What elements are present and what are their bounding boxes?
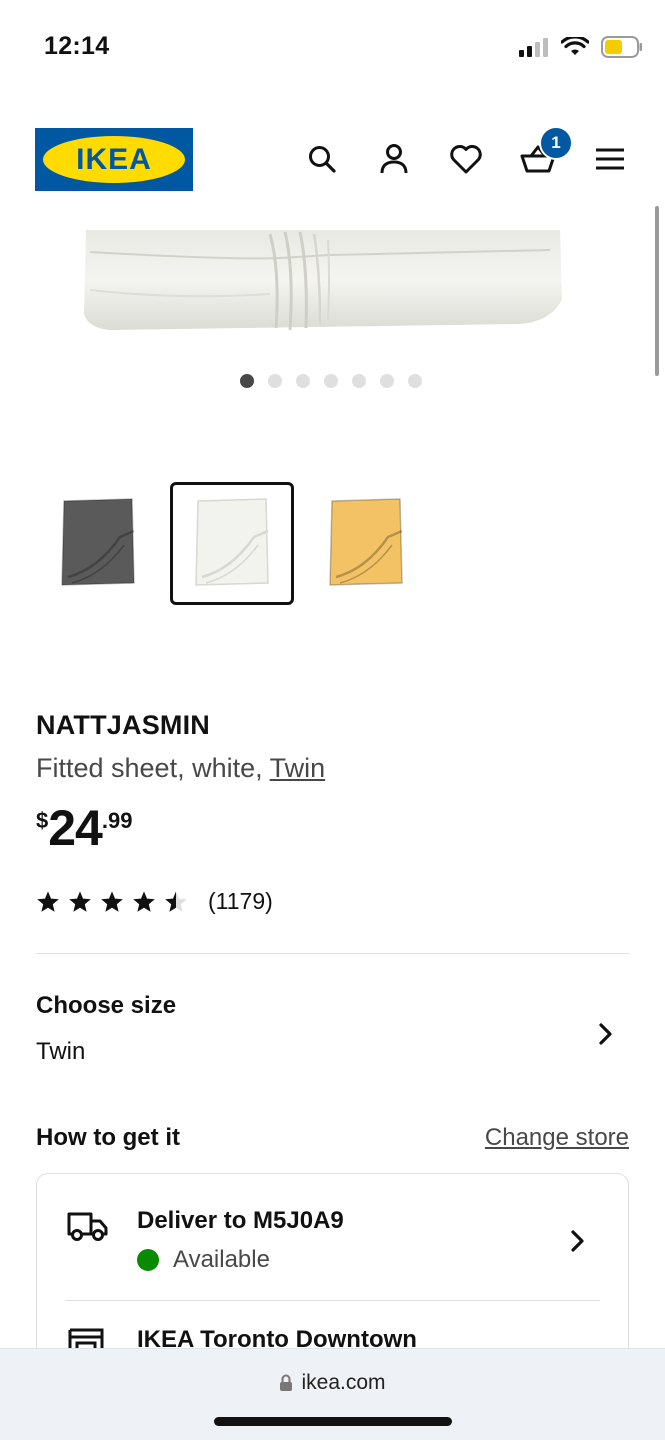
cart-count-badge: 1 (539, 126, 573, 160)
delivery-option[interactable]: Deliver to M5J0A9 Available (37, 1174, 628, 1300)
delivery-availability: Available (137, 1246, 270, 1274)
product-description-text: Fitted sheet, white, (36, 753, 270, 783)
wifi-icon (561, 37, 589, 55)
status-icons (519, 36, 643, 58)
carousel-dot[interactable] (240, 374, 254, 388)
fitted-sheet-image (84, 230, 562, 331)
price-integer: 24 (48, 800, 103, 856)
choose-size-value: Twin (36, 1038, 86, 1065)
change-store-link[interactable]: Change store (485, 1124, 629, 1152)
section-divider (36, 953, 629, 954)
product-description: Fitted sheet, white, Twin (36, 753, 325, 784)
menu-button[interactable] (591, 140, 629, 178)
color-variant-white[interactable] (170, 482, 294, 605)
product-price: $ 24 .99 (36, 800, 132, 856)
cellular-signal-icon (519, 38, 548, 57)
site-header: IKEA 1 (0, 118, 665, 202)
logo-oval: IKEA (43, 136, 185, 183)
availability-text: Available (173, 1246, 270, 1273)
logo-text: IKEA (76, 142, 152, 176)
carousel-dot[interactable] (380, 374, 394, 388)
product-name: NATTJASMIN (36, 710, 210, 740)
wishlist-button[interactable] (447, 140, 485, 178)
page-scrollbar[interactable] (655, 206, 659, 376)
choose-size-row[interactable]: Choose size Twin (36, 992, 629, 1076)
product-image[interactable] (80, 230, 565, 340)
fitted-sheet-thumbnail (61, 497, 135, 586)
color-variant-yellow[interactable] (304, 482, 428, 605)
star-icon (165, 891, 187, 912)
fitted-sheet-thumbnail (195, 497, 269, 586)
cart-button[interactable]: 1 (519, 126, 573, 178)
hamburger-menu-icon (596, 148, 624, 170)
rating-stars (36, 890, 196, 914)
browser-address-bar: ikea.com (0, 1348, 665, 1440)
rating-count: (1179) (208, 888, 273, 914)
chevron-right-icon (599, 1023, 612, 1045)
star-icon (101, 891, 123, 912)
carousel-dot[interactable] (296, 374, 310, 388)
ikea-logo[interactable]: IKEA (35, 128, 193, 191)
fitted-sheet-thumbnail (329, 497, 403, 586)
carousel-dot[interactable] (268, 374, 282, 388)
url-text: ikea.com (301, 1371, 386, 1394)
chevron-right-icon (571, 1230, 584, 1252)
carousel-dot[interactable] (352, 374, 366, 388)
status-time: 12:14 (44, 32, 110, 60)
battery-icon (601, 36, 642, 58)
header-nav-icons: 1 (303, 126, 629, 178)
product-rating[interactable]: (1179) (36, 888, 273, 915)
user-icon (380, 144, 408, 174)
url-display[interactable]: ikea.com (0, 1371, 665, 1395)
card-divider (65, 1300, 600, 1301)
status-bar: 12:14 (0, 0, 665, 96)
price-currency: $ (36, 808, 49, 833)
how-to-get-heading: How to get it (36, 1124, 180, 1151)
heart-icon (450, 145, 482, 174)
search-icon (309, 146, 336, 173)
size-link[interactable]: Twin (270, 753, 326, 783)
carousel-dot[interactable] (408, 374, 422, 388)
carousel-dot[interactable] (324, 374, 338, 388)
color-variant-list (36, 482, 428, 605)
choose-size-label: Choose size (36, 992, 177, 1019)
star-icon (37, 891, 59, 912)
star-icon (133, 891, 155, 912)
star-icon (69, 891, 91, 912)
home-indicator[interactable] (214, 1417, 452, 1426)
delivery-truck-icon (67, 1212, 108, 1241)
delivery-title: Deliver to M5J0A9 (137, 1207, 344, 1234)
color-variant-dark-grey[interactable] (36, 482, 160, 605)
search-button[interactable] (303, 140, 341, 178)
account-button[interactable] (375, 140, 413, 178)
image-carousel-dots (240, 374, 422, 388)
lock-icon (280, 1374, 293, 1391)
price-decimal: .99 (101, 808, 133, 833)
availability-status-dot (137, 1249, 159, 1271)
